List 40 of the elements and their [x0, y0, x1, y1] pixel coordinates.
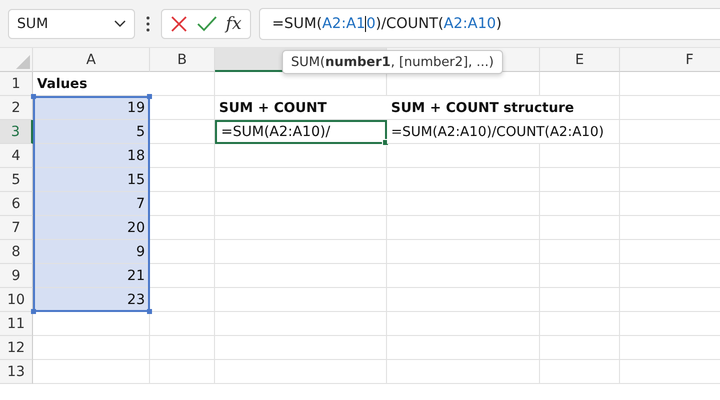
column-header[interactable]: E: [540, 48, 620, 72]
cancel-icon[interactable]: [170, 14, 188, 32]
row-header[interactable]: 1: [0, 72, 33, 96]
formula-reference: A2:A10: [444, 16, 496, 32]
row-header[interactable]: 5: [0, 168, 33, 192]
table-cell: 20: [33, 216, 150, 240]
name-box[interactable]: SUM: [8, 8, 135, 38]
row-header[interactable]: 4: [0, 144, 33, 168]
more-icon[interactable]: [146, 16, 150, 32]
formula-text: =SUM(: [272, 16, 322, 32]
formula-text: ): [496, 16, 502, 32]
table-cell: 15: [33, 168, 150, 192]
name-box-value: SUM: [17, 16, 48, 32]
row-header[interactable]: 7: [0, 216, 33, 240]
row-header[interactable]: 9: [0, 264, 33, 288]
check-icon[interactable]: [197, 16, 218, 32]
table-cell: =SUM(A2:A10)/: [215, 120, 387, 144]
row-header[interactable]: 12: [0, 336, 33, 360]
row-header[interactable]: 8: [0, 240, 33, 264]
insert-function-button[interactable]: fx: [226, 14, 242, 34]
table-cell: 18: [33, 144, 150, 168]
row-header[interactable]: 11: [0, 312, 33, 336]
table-cell: 7: [33, 192, 150, 216]
formula-reference: A2:A1: [322, 16, 366, 32]
chevron-icon: [114, 20, 126, 28]
formula-reference: 0: [365, 16, 376, 32]
column-header[interactable]: F: [620, 48, 720, 72]
row-header[interactable]: 6: [0, 192, 33, 216]
function-tooltip: SUM(number1, [number2], ...): [282, 50, 503, 74]
table-cell: 9: [33, 240, 150, 264]
formula-text: )/COUNT(: [376, 16, 444, 32]
table-cell: 5: [33, 120, 150, 144]
table-cell: 21: [33, 264, 150, 288]
row-header[interactable]: 3: [0, 120, 33, 144]
column-header[interactable]: B: [150, 48, 215, 72]
row-header[interactable]: 10: [0, 288, 33, 312]
row-header[interactable]: 2: [0, 96, 33, 120]
column-header[interactable]: A: [33, 48, 150, 72]
formula-input[interactable]: =SUM(A2:A1 0)/COUNT(A2:A10): [259, 8, 720, 40]
row-header[interactable]: 13: [0, 360, 33, 384]
